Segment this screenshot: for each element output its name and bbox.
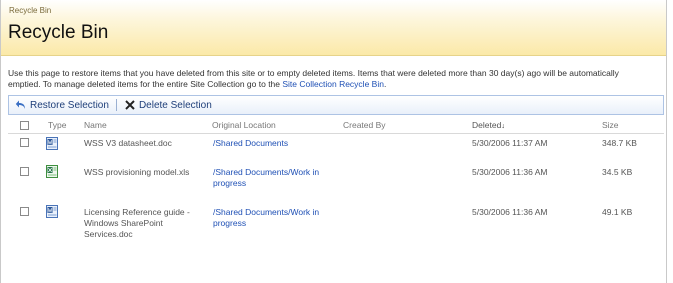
table-header: Type Name Original Location Created By D…: [8, 118, 664, 134]
table-row: WSS V3 datasheet.doc /Shared Documents 5…: [8, 137, 664, 159]
table-row: WSS provisioning model.xls /Shared Docum…: [8, 165, 664, 193]
column-header-deleted[interactable]: Deleted↓: [472, 120, 505, 130]
column-header-original-location[interactable]: Original Location: [212, 120, 276, 130]
restore-selection-label: Restore Selection: [30, 99, 109, 111]
toolbar-separator: [115, 99, 117, 111]
column-header-name[interactable]: Name: [84, 120, 107, 130]
breadcrumb[interactable]: Recycle Bin: [9, 6, 51, 15]
excel-workbook-icon[interactable]: [46, 165, 58, 178]
deleted-date: 5/30/2006 11:36 AM: [472, 207, 548, 217]
original-location-link[interactable]: /Shared Documents/Work in progress: [213, 207, 331, 229]
description-end: .: [383, 79, 387, 89]
row-checkbox[interactable]: [20, 167, 29, 176]
site-collection-recycle-bin-link[interactable]: Site Collection Recycle Bin: [282, 79, 384, 89]
row-checkbox[interactable]: [20, 207, 29, 216]
item-size: 348.7 KB: [602, 138, 637, 148]
delete-selection-button[interactable]: Delete Selection: [119, 96, 217, 114]
original-location-link[interactable]: /Shared Documents: [213, 138, 333, 149]
column-header-created-by[interactable]: Created By: [343, 120, 386, 130]
row-checkbox[interactable]: [20, 138, 29, 147]
word-document-icon[interactable]: [46, 137, 58, 150]
delete-selection-label: Delete Selection: [138, 99, 212, 111]
item-name: WSS V3 datasheet.doc: [84, 138, 172, 148]
column-header-size[interactable]: Size: [602, 120, 619, 130]
deleted-date: 5/30/2006 11:36 AM: [472, 167, 548, 177]
original-location-link[interactable]: /Shared Documents/Work in progress: [213, 167, 331, 189]
recycle-bin-toolbar: Restore Selection Delete Selection: [8, 95, 664, 115]
page-header: Recycle Bin Recycle Bin: [1, 0, 666, 56]
item-size: 49.1 KB: [602, 207, 633, 217]
word-document-icon[interactable]: [46, 205, 58, 218]
column-header-type[interactable]: Type: [48, 120, 66, 130]
table-row: Licensing Reference guide - Windows Shar…: [8, 205, 664, 245]
deleted-label: Deleted: [472, 120, 502, 130]
select-all-checkbox[interactable]: [20, 121, 29, 130]
item-name: WSS provisioning model.xls: [84, 167, 190, 177]
page-description: Use this page to restore items that you …: [8, 68, 648, 90]
sort-descending-icon: ↓: [501, 123, 505, 130]
item-name: Licensing Reference guide - Windows Shar…: [84, 207, 190, 239]
restore-selection-button[interactable]: Restore Selection: [9, 96, 114, 114]
restore-arrow-icon: [15, 100, 25, 109]
delete-x-icon: [125, 100, 135, 110]
deleted-date: 5/30/2006 11:37 AM: [472, 138, 548, 148]
page-title: Recycle Bin: [8, 22, 109, 43]
item-size: 34.5 KB: [602, 167, 633, 177]
